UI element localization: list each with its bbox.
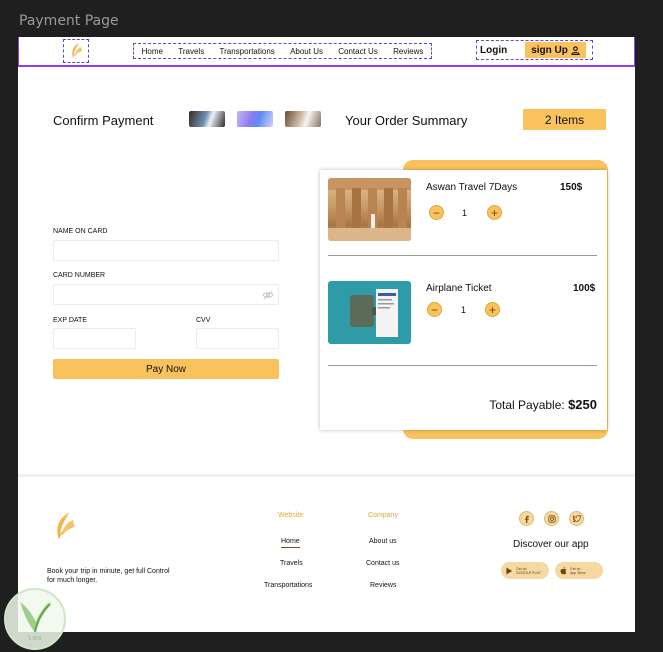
google-play-label: GOOGLE PLAY (516, 570, 541, 575)
confirm-payment-title: Confirm Payment (53, 113, 154, 128)
facebook-button[interactable] (519, 511, 534, 526)
items-count-badge: 2 Items (523, 109, 606, 130)
exp-date-input[interactable] (53, 328, 136, 349)
twitter-button[interactable] (569, 511, 584, 526)
google-play-button[interactable]: Get on GOOGLE PLAY (501, 562, 549, 579)
watermark-logo: Lwa (4, 588, 66, 650)
item-price: 150$ (560, 182, 583, 193)
name-on-card-label: NAME ON CARD (53, 228, 108, 235)
total-value: $250 (568, 397, 597, 412)
nav-links: Home Travels Transportations About Us Co… (133, 43, 432, 59)
login-link[interactable]: Login (480, 45, 507, 56)
app-store-button[interactable]: Get on App Store (555, 562, 603, 579)
facebook-icon (524, 515, 529, 523)
instagram-icon (547, 514, 556, 523)
signup-button[interactable]: sign Up (525, 42, 586, 58)
eye-slash-icon[interactable] (262, 290, 274, 300)
aswan-temple-image (328, 178, 411, 241)
payment-method-wallet-option[interactable] (237, 111, 273, 127)
item-quantity: 1 (462, 208, 468, 218)
footer-link-home[interactable]: Home (281, 538, 300, 548)
item-price: 100$ (573, 283, 596, 294)
footer-link-transportations[interactable]: Transportations (264, 582, 312, 589)
twitter-icon (572, 515, 581, 522)
wing-logo-icon (72, 43, 82, 58)
app-store-text: Get on App Store (570, 567, 586, 575)
google-play-icon (506, 567, 513, 574)
watermark-text: Lwa (28, 635, 42, 642)
apple-icon (560, 566, 567, 574)
footer-link-travels[interactable]: Travels (280, 560, 303, 567)
pay-now-button[interactable]: Pay Now (53, 359, 279, 379)
signup-label: sign Up (531, 44, 568, 56)
app-store-label: App Store (570, 570, 586, 575)
footer-logo[interactable] (51, 511, 77, 548)
discover-app-title: Discover our app (513, 539, 589, 550)
frame-title: Payment Page (19, 13, 119, 29)
payment-method-card-option[interactable] (189, 111, 225, 127)
footer-divider (18, 474, 635, 477)
increase-quantity-button[interactable]: + (487, 205, 502, 220)
payment-page-canvas: Home Travels Transportations About Us Co… (18, 37, 635, 632)
item-divider (328, 365, 597, 366)
increase-quantity-button[interactable]: + (485, 302, 500, 317)
footer-link-reviews[interactable]: Reviews (370, 582, 396, 589)
cvv-label: CVV (196, 317, 211, 324)
item-name: Aswan Travel 7Days (426, 182, 518, 193)
name-on-card-input[interactable] (53, 240, 279, 261)
passport-photo-icon (350, 289, 398, 337)
exp-date-label: EXP DATE (53, 317, 87, 324)
company-column-heading: Company (368, 512, 398, 519)
item-name: Airplane Ticket (426, 283, 492, 294)
nav-link-travels[interactable]: Travels (178, 47, 204, 56)
item-quantity: 1 (461, 305, 467, 315)
order-summary-card: Aswan Travel 7Days 150$ − 1 + Airplane T… (320, 170, 607, 430)
card-number-label: CARD NUMBER (53, 272, 106, 279)
nav-link-home[interactable]: Home (142, 47, 163, 56)
v-leaf-icon (20, 600, 52, 633)
website-column-heading: Website (278, 512, 304, 519)
google-play-text: Get on GOOGLE PLAY (516, 567, 541, 575)
card-number-input[interactable] (53, 284, 279, 305)
footer-link-about-us[interactable]: About us (369, 538, 397, 545)
temple-photo-icon (328, 178, 411, 241)
airplane-ticket-image (328, 281, 411, 344)
nav-link-transportations[interactable]: Transportations (219, 47, 274, 56)
user-icon (571, 45, 580, 55)
decrease-quantity-button[interactable]: − (429, 205, 444, 220)
total-label: Total Payable: (489, 398, 565, 412)
decrease-quantity-button[interactable]: − (427, 302, 442, 317)
payment-method-thumbnails (189, 111, 321, 127)
nav-link-reviews[interactable]: Reviews (393, 47, 423, 56)
footer-tagline: Book your trip in minute, get full Contr… (47, 568, 170, 584)
logo[interactable] (63, 39, 89, 63)
nav-link-contact-us[interactable]: Contact Us (338, 47, 378, 56)
order-summary-title: Your Order Summary (345, 113, 468, 128)
cvv-input[interactable] (196, 328, 279, 349)
wing-logo-icon (57, 512, 75, 540)
instagram-button[interactable] (544, 511, 559, 526)
navbar: Home Travels Transportations About Us Co… (18, 37, 635, 67)
footer-link-contact-us[interactable]: Contact us (366, 560, 399, 567)
auth-controls: Login sign Up (476, 40, 593, 60)
payment-method-bank-option[interactable] (285, 111, 321, 127)
item-divider (328, 255, 597, 256)
nav-link-about-us[interactable]: About Us (290, 47, 323, 56)
total-payable: Total Payable: $250 (489, 397, 597, 412)
